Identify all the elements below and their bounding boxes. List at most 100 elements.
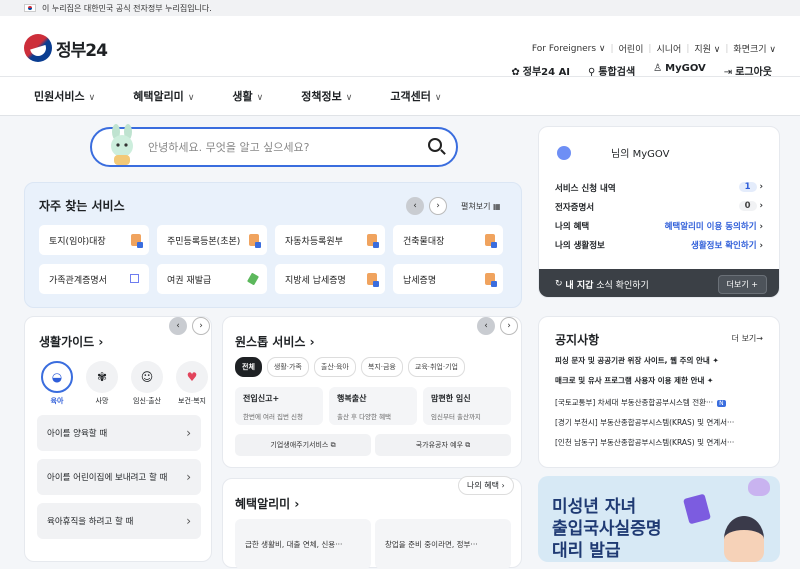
nav-customer-center[interactable]: 고객센터 ∨: [390, 88, 441, 104]
category-list: ◒ 육아 ✾ 사망 ☺ 임신·출산 ♥ 보건·복지: [39, 361, 210, 406]
service-item[interactable]: 가족관계증명서: [39, 264, 149, 294]
chip-life-family[interactable]: 생활·가족: [266, 357, 309, 377]
service-grid: 토지(임야)대장 주민등록등본(초본) 자동차등록원부 건축물대장 가족관계증명…: [39, 225, 503, 294]
wallet-bar[interactable]: ↻ 내 지갑 소식 확인하기 더보기 +: [539, 269, 779, 297]
nav-policy-info[interactable]: 정책정보 ∨: [301, 88, 352, 104]
notice-item[interactable]: 매크로 및 유사 프로그램 사용자 이용 제한 안내 ✦: [555, 375, 765, 386]
mygov-row[interactable]: 나의 혜택 혜택알리미 이용 동의하기 ›: [555, 220, 763, 232]
search-icon[interactable]: [428, 138, 442, 152]
passport-card-icon: [683, 493, 711, 525]
external-link-icon: [130, 274, 139, 283]
main-nav: 민원서비스 ∨ 혜택알리미 ∨ 생활 ∨ 정책정보 ∨ 고객센터 ∨: [0, 76, 800, 116]
util-support[interactable]: 지원 ∨: [694, 42, 720, 55]
search-input[interactable]: 안녕하세요. 무엇을 알고 싶으세요?: [148, 139, 310, 155]
pin-icon: ✦: [712, 356, 719, 365]
prev-arrow-icon[interactable]: ‹: [406, 197, 424, 215]
util-children[interactable]: 어린이: [619, 42, 644, 55]
section-title[interactable]: 원스톱 서비스 ›: [235, 333, 315, 350]
notice-item[interactable]: [인천 남동구] 부동산종합공부시스템(KRAS) 및 연계서···: [555, 437, 765, 448]
taegeuk-logo-icon: [24, 34, 52, 62]
onestop-card[interactable]: 맘편한 임신 임신부터 출산까지: [423, 387, 511, 425]
chevron-down-icon: ∨: [88, 93, 96, 103]
section-title: 공지사항: [555, 333, 600, 347]
service-item[interactable]: 주민등록등본(초본): [157, 225, 267, 255]
avatar-icon: [557, 145, 571, 160]
service-item[interactable]: 지방세 납세증명: [275, 264, 385, 294]
prev-arrow-icon[interactable]: ‹: [477, 317, 495, 335]
external-link-icon: ⧉: [330, 440, 336, 449]
util-for-foreigners[interactable]: For Foreigners ∨: [532, 44, 606, 54]
mygov-row[interactable]: 서비스 신청 내역 1 ›: [555, 182, 763, 194]
guide-item[interactable]: 육아휴직을 하려고 할 때: [37, 503, 201, 539]
child-illustration: [724, 516, 764, 562]
heart-icon: ♥: [176, 361, 208, 393]
service-item[interactable]: 자동차등록원부: [275, 225, 385, 255]
search-box[interactable]: 안녕하세요. 무엇을 알고 싶으세요?: [90, 127, 458, 167]
banner-text: 미성년 자녀 출입국사실증명 대리 발급: [552, 497, 662, 561]
service-item[interactable]: 건축물대장: [393, 225, 503, 255]
gov-notice-text[interactable]: 이 누리집은 대한민국 공식 전자정부 누리집입니다.: [42, 3, 212, 14]
category-pregnancy[interactable]: ☺ 임신·출산: [129, 361, 165, 406]
logo[interactable]: 정부24: [24, 34, 108, 62]
notice-more-link[interactable]: 더 보기→: [732, 333, 763, 344]
mygov-row[interactable]: 나의 생활정보 생활정보 확인하기 ›: [555, 239, 763, 251]
notice-item[interactable]: [경기 부천시] 부동산종합공부시스템(KRAS) 및 연계서···: [555, 417, 765, 428]
document-icon: [131, 234, 143, 248]
carousel-arrows: ‹ ›: [477, 317, 518, 335]
section-title[interactable]: 혜택알리미 ›: [235, 495, 299, 512]
prev-arrow-icon[interactable]: ‹: [169, 317, 187, 335]
chevron-down-icon: ∨: [434, 93, 442, 103]
chevron-down-icon: ∨: [256, 93, 264, 103]
notice-item[interactable]: [국토교통부] 차세대 부동산종합공부시스템 전환··· N: [555, 397, 765, 408]
nav-life[interactable]: 생활 ∨: [232, 88, 263, 104]
onestop-link[interactable]: 기업생애주기서비스 ⧉: [235, 434, 371, 456]
chip-welfare-finance[interactable]: 복지·금융: [360, 357, 403, 377]
onestop-services: 원스톱 서비스 › ‹ › 전체 생활·가족 출산·육아 복지·금융 교육·취업…: [222, 316, 522, 468]
onestop-card[interactable]: 전입신고+ 한번에 여러 집번 신청: [235, 387, 323, 425]
service-item[interactable]: 납세증명: [393, 264, 503, 294]
document-icon: [485, 273, 497, 287]
nav-benefit-alert[interactable]: 혜택알리미 ∨: [133, 88, 194, 104]
guide-item[interactable]: 아이를 어린이집에 보내려고 할 때: [37, 459, 201, 495]
pencil-icon: [247, 272, 259, 286]
chevron-down-icon: ∨: [187, 93, 195, 103]
carousel-arrows: ‹ ›: [406, 197, 447, 215]
service-item[interactable]: 여권 재발급: [157, 264, 267, 294]
my-benefit-button[interactable]: 나의 혜택 ›: [458, 476, 514, 495]
chip-all[interactable]: 전체: [235, 357, 262, 377]
mygov-row[interactable]: 전자증명서 0 ›: [555, 201, 763, 213]
util-senior[interactable]: 시니어: [656, 42, 681, 55]
section-title[interactable]: 생활가이드 ›: [39, 333, 103, 350]
wallet-more-button[interactable]: 더보기 +: [717, 275, 767, 294]
onestop-link[interactable]: 국가유공자 예우 ⧉: [375, 434, 511, 456]
util-screen-size[interactable]: 화면크기 ∨: [733, 42, 776, 55]
chip-education-job[interactable]: 교육·취업·기업: [407, 357, 465, 377]
promo-banner[interactable]: 미성년 자녀 출입국사실증명 대리 발급: [538, 476, 780, 562]
category-welfare[interactable]: ♥ 보건·복지: [174, 361, 210, 406]
category-death[interactable]: ✾ 사망: [84, 361, 120, 406]
service-item[interactable]: 토지(임야)대장: [39, 225, 149, 255]
onestop-card[interactable]: 행복출산 출산 후 다양한 혜택: [329, 387, 417, 425]
filter-chips: 전체 생활·가족 출산·육아 복지·금융 교육·취업·기업: [235, 357, 465, 377]
category-childcare[interactable]: ◒ 육아: [39, 361, 75, 406]
carousel-arrows: ‹ ›: [169, 317, 210, 335]
mygov-title[interactable]: 님의 MyGOV: [557, 145, 669, 160]
stroller-icon: ◒: [41, 361, 73, 393]
chip-birth-childcare[interactable]: 출산·육아: [313, 357, 356, 377]
next-arrow-icon[interactable]: ›: [192, 317, 210, 335]
utility-links: For Foreigners ∨ | 어린이 | 시니어 | 지원 ∨ | 화면크기 ∨: [531, 42, 776, 56]
history-icon: ↻: [555, 279, 566, 289]
next-arrow-icon[interactable]: ›: [429, 197, 447, 215]
person-icon: ♙: [653, 63, 663, 74]
document-icon: [485, 234, 497, 248]
document-icon: [249, 234, 261, 248]
document-icon: [367, 234, 379, 248]
chevron-down-icon: ∨: [345, 93, 353, 103]
guide-item[interactable]: 아이를 양육할 때: [37, 415, 201, 451]
nav-civil-service[interactable]: 민원서비스 ∨: [34, 88, 95, 104]
expand-button[interactable]: 펼쳐보기 ▦: [461, 201, 501, 212]
life-guide: 생활가이드 › ‹ › ◒ 육아 ✾ 사망 ☺ 임신·출산 ♥ 보건·복지 아이를 양육…: [24, 316, 212, 562]
document-icon: [367, 273, 379, 287]
next-arrow-icon[interactable]: ›: [500, 317, 518, 335]
notice-item[interactable]: 피싱 문자 및 공공기관 위장 사이트, 웹 주의 안내 ✦: [555, 355, 765, 366]
